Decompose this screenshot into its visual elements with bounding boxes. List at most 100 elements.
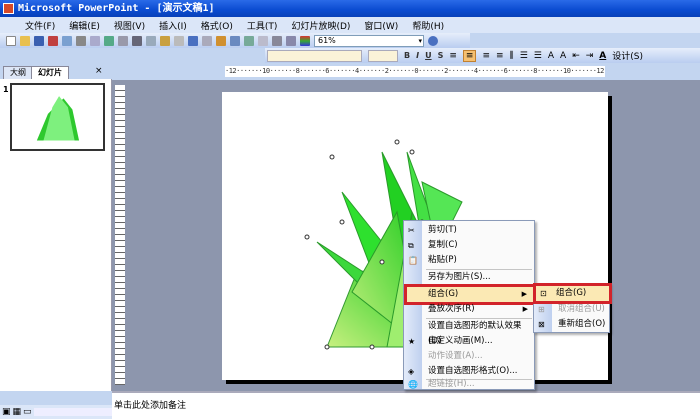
- paste-icon: 📋: [408, 256, 418, 265]
- numbering-icon[interactable]: ☰: [520, 51, 528, 61]
- view-buttons: ▣ ▦ ▭: [0, 405, 112, 419]
- submenu-item-ungroup: ⊞ 取消组合(U): [538, 304, 605, 314]
- redo-icon[interactable]: [202, 35, 212, 46]
- copy-icon[interactable]: [146, 35, 156, 46]
- research-icon[interactable]: [118, 35, 128, 46]
- shadow-button[interactable]: S: [438, 51, 444, 60]
- animation-icon: ★: [408, 337, 416, 346]
- color-grayscale-icon[interactable]: [300, 35, 310, 46]
- chevron-down-icon[interactable]: ▾: [418, 36, 422, 46]
- title-bar: Microsoft PowerPoint - [演示文稿1]: [0, 0, 700, 17]
- email-icon[interactable]: [62, 35, 72, 46]
- ungroup-icon: ⊞: [538, 305, 545, 314]
- italic-button[interactable]: I: [416, 51, 419, 60]
- zoom-value: 61%: [318, 35, 336, 45]
- hyperlink-icon: 🌐: [408, 380, 418, 389]
- submenu-item-regroup[interactable]: ⊠ 重新组合(O): [534, 317, 609, 332]
- menu-item-group[interactable]: 组合(G) ▶: [404, 284, 536, 305]
- increase-font-icon[interactable]: A: [548, 51, 554, 61]
- tab-outline[interactable]: 大纲: [3, 66, 33, 79]
- table-icon[interactable]: [230, 35, 240, 46]
- menu-view[interactable]: 视图(V): [114, 19, 145, 32]
- menu-item-cut[interactable]: ✂ 剪切(T): [404, 223, 534, 238]
- formatting-toolbar: B I U S ≡ ≡ ≡ ≡ ⫼ ☰ ☰ A A ⇤ ⇥ A 设计(S): [265, 48, 700, 63]
- tab-slides[interactable]: 幻灯片: [31, 66, 69, 79]
- powerpoint-app-icon[interactable]: [3, 3, 14, 14]
- menu-bar: 文件(F) 编辑(E) 视图(V) 插入(I) 格式(O) 工具(T) 幻灯片放…: [0, 17, 700, 33]
- cut-icon[interactable]: [132, 35, 142, 46]
- menu-item-paste[interactable]: 📋 粘贴(P): [404, 253, 534, 268]
- align-center-icon[interactable]: ≡: [462, 49, 477, 62]
- chart-icon[interactable]: [216, 35, 226, 46]
- standard-toolbar: 61% ▾: [0, 33, 470, 48]
- menu-tools[interactable]: 工具(T): [247, 19, 278, 32]
- permission-icon[interactable]: [48, 35, 58, 46]
- format-painter-icon[interactable]: [174, 35, 184, 46]
- notes-pane[interactable]: 单击此处添加备注: [112, 391, 700, 419]
- menu-file[interactable]: 文件(F): [25, 19, 55, 32]
- context-menu: ✂ 剪切(T) ⧉ 复制(C) 📋 粘贴(P) 另存为图片(S)... 组合(G) ▶ …: [403, 220, 536, 390]
- grid-icon[interactable]: [286, 35, 296, 46]
- regroup-icon: ⊠: [538, 320, 545, 329]
- slide-thumbnail[interactable]: [10, 83, 105, 151]
- print-icon[interactable]: [76, 35, 86, 46]
- align-right-icon[interactable]: ≡: [482, 51, 490, 61]
- menu-slideshow[interactable]: 幻灯片放映(D): [291, 19, 350, 32]
- bold-button[interactable]: B: [404, 51, 410, 60]
- font-select[interactable]: [267, 49, 362, 62]
- group-icon: ⊡: [540, 289, 547, 298]
- underline-button[interactable]: U: [425, 51, 432, 60]
- new-icon[interactable]: [6, 35, 16, 46]
- menu-item-copy[interactable]: ⧉ 复制(C): [404, 238, 534, 253]
- menu-item-set-default[interactable]: 设置自选图形的默认效果(D): [404, 319, 534, 346]
- scissors-icon: ✂: [408, 226, 415, 235]
- menu-help[interactable]: 帮助(H): [412, 19, 444, 32]
- justify-icon[interactable]: ≡: [496, 51, 504, 61]
- menu-item-custom-animation[interactable]: ★ 自定义动画(M)...: [404, 334, 534, 349]
- copy-icon: ⧉: [408, 241, 414, 250]
- window-title: Microsoft PowerPoint - [演示文稿1]: [18, 3, 215, 14]
- tables-borders-icon[interactable]: [244, 35, 254, 46]
- menu-item-hyperlink: 🌐 超链接(H)...: [408, 379, 475, 389]
- spelling-icon[interactable]: [104, 35, 114, 46]
- submenu-item-group[interactable]: ⊡ 组合(G): [533, 283, 612, 304]
- horizontal-ruler: ·12·······10·······8·······6·······4····…: [225, 66, 605, 77]
- close-pane-icon[interactable]: ×: [95, 66, 103, 76]
- font-color-icon[interactable]: A: [599, 51, 606, 61]
- menu-window[interactable]: 窗口(W): [364, 19, 398, 32]
- print-preview-icon[interactable]: [90, 35, 100, 46]
- help-icon[interactable]: [428, 35, 438, 46]
- open-icon[interactable]: [20, 35, 30, 46]
- paste-icon[interactable]: [160, 35, 170, 46]
- format-shape-icon: ◈: [408, 367, 415, 376]
- slide-sorter-icon[interactable]: ▦: [13, 407, 22, 417]
- submenu-arrow-icon: ▶: [521, 290, 527, 298]
- distribute-icon[interactable]: ⫼: [510, 51, 514, 61]
- save-icon[interactable]: [34, 35, 44, 46]
- menu-item-save-as-picture[interactable]: 另存为图片(S)...: [404, 270, 534, 285]
- horizontal-scrollbar[interactable]: [33, 408, 112, 416]
- menu-item-order[interactable]: 叠放次序(R) ▶: [404, 302, 534, 317]
- zoom-select[interactable]: 61% ▾: [314, 34, 424, 47]
- thumbnail-graphic: [36, 96, 80, 141]
- decrease-indent-icon[interactable]: ⇤: [572, 51, 580, 61]
- menu-item-action-settings: 动作设置(A)...: [428, 351, 483, 361]
- bullets-icon[interactable]: ☰: [534, 51, 542, 61]
- menu-insert[interactable]: 插入(I): [159, 19, 187, 32]
- normal-view-icon[interactable]: ▣: [2, 407, 11, 417]
- increase-indent-icon[interactable]: ⇥: [586, 51, 594, 61]
- notes-placeholder[interactable]: 单击此处添加备注: [114, 401, 186, 411]
- pane-tabs: 大纲 幻灯片 ×: [0, 63, 112, 79]
- decrease-font-icon[interactable]: A: [560, 51, 566, 61]
- menu-format[interactable]: 格式(O): [201, 19, 233, 32]
- hyperlink-icon[interactable]: [258, 35, 268, 46]
- expand-icon[interactable]: [272, 35, 282, 46]
- slideshow-icon[interactable]: ▭: [23, 407, 32, 417]
- design-button[interactable]: 设计(S): [612, 49, 643, 62]
- font-size-select[interactable]: [368, 49, 398, 62]
- slide-number: 1: [3, 85, 9, 94]
- align-left-icon[interactable]: ≡: [449, 51, 457, 61]
- undo-icon[interactable]: [188, 35, 198, 46]
- menu-edit[interactable]: 编辑(E): [69, 19, 100, 32]
- submenu-arrow-icon: ▶: [522, 305, 528, 313]
